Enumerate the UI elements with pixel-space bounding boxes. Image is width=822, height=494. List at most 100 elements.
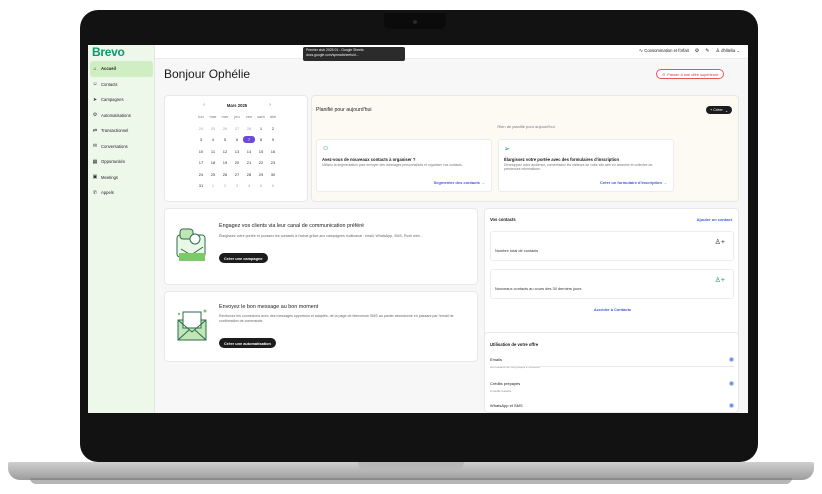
- chevron-left-icon[interactable]: ‹: [203, 102, 205, 108]
- calendar-weekday: mar: [209, 114, 217, 119]
- calendar-day[interactable]: 14: [243, 148, 255, 155]
- offer-row-whatsapp: WhatsApp et SMS: [490, 403, 734, 408]
- calendar-day[interactable]: 26: [219, 171, 231, 178]
- chevron-right-icon[interactable]: ›: [269, 102, 271, 108]
- calendar-day[interactable]: 23: [267, 159, 279, 166]
- sidebar-item-label: Appels: [101, 190, 114, 196]
- calendar-day[interactable]: 5: [255, 182, 267, 189]
- sidebar-item-campagnes[interactable]: ➤ Campagnes: [88, 92, 155, 108]
- add-user-icon: ♙+: [714, 277, 725, 284]
- calendar-day[interactable]: 4: [243, 182, 255, 189]
- calendar-day[interactable]: 25: [207, 171, 219, 178]
- calendar-day[interactable]: 19: [219, 159, 231, 166]
- upgrade-button[interactable]: ⊙ Passer à une offre supérieure: [656, 69, 725, 79]
- sidebar-item-conversations[interactable]: ✉ Conversations: [88, 139, 155, 155]
- calendar-day[interactable]: 8: [255, 136, 267, 143]
- calendar-month: Mars 2025: [226, 102, 248, 108]
- create-form-link[interactable]: Créer un formulaire d'inscription →: [600, 180, 667, 185]
- calendar-day[interactable]: 21: [243, 159, 255, 166]
- automation-icon: ⚙: [92, 112, 98, 119]
- calendar-day[interactable]: 6: [267, 182, 279, 189]
- calendar-day[interactable]: 13: [231, 148, 243, 155]
- laptop-mockup: Brevo ⌂ Accueil ☺ Contacts ➤ Campagnes ⚙ Automa…: [0, 0, 822, 494]
- user-menu[interactable]: ♙ dhlitelia ⌄: [715, 48, 740, 54]
- calendar-day[interactable]: 2: [219, 182, 231, 189]
- calendar-day[interactable]: 28: [243, 171, 255, 178]
- laptop-shadow: [30, 478, 792, 484]
- calendar-day[interactable]: 30: [267, 171, 279, 178]
- calendar-day[interactable]: 25: [207, 125, 219, 132]
- chat-illustration-icon: [176, 228, 206, 261]
- calendar-day[interactable]: 24: [195, 125, 207, 132]
- sidebar-item-label: Meetings: [101, 174, 118, 180]
- calendar-day[interactable]: 10: [195, 148, 207, 155]
- total-contacts-label: Nombre total de contacts: [495, 248, 539, 253]
- sidebar-item-label: Contacts: [101, 81, 118, 87]
- sidebar-item-meetings[interactable]: ▣ Meetings: [88, 170, 155, 186]
- signup-form-card: ➢ Élargissez votre portée avec des formu…: [498, 139, 674, 192]
- calendar-weekday: ven: [245, 114, 253, 119]
- calendar-day[interactable]: 26: [219, 125, 231, 132]
- calendar-day[interactable]: 28: [243, 125, 255, 132]
- send-icon: ➢: [504, 146, 510, 153]
- access-contacts-link[interactable]: Accéder à Contacts: [485, 307, 740, 312]
- calendar-day[interactable]: 20: [231, 159, 243, 166]
- info-icon[interactable]: [729, 357, 734, 362]
- usage-link[interactable]: ∿ Consommation et forfait: [639, 48, 689, 54]
- brevo-logo[interactable]: Brevo: [92, 45, 125, 59]
- calendar-day[interactable]: 1: [255, 125, 267, 132]
- create-campaign-button[interactable]: Créer une campagne: [219, 253, 268, 263]
- sidebar-item-opportunites[interactable]: ▦ Opportunités: [88, 154, 155, 170]
- calendar-day[interactable]: 17: [195, 159, 207, 166]
- create-button[interactable]: + Créer ⌄: [706, 106, 732, 114]
- settings-icon[interactable]: ⚙: [695, 48, 699, 54]
- calendar-day[interactable]: 24: [195, 171, 207, 178]
- calendar-day[interactable]: 31: [195, 182, 207, 189]
- calendar-day[interactable]: 4: [207, 136, 219, 143]
- offer-row-label: Emails: [490, 357, 503, 362]
- sidebar-item-automatisations[interactable]: ⚙ Automatisations: [88, 108, 155, 124]
- total-contacts-box: ♙+ Nombre total de contacts: [490, 231, 734, 261]
- calendar-day[interactable]: 5: [219, 136, 231, 143]
- sidebar-item-accueil[interactable]: ⌂ Accueil: [90, 61, 153, 77]
- offer-row-sub: 0 crédits restants: [490, 389, 512, 393]
- user-icon: ♙: [715, 48, 720, 54]
- calendar-day[interactable]: 27: [231, 171, 243, 178]
- signup-card-title: Élargissez votre portée avec des formula…: [504, 157, 620, 162]
- chevron-down-icon: ⌄: [724, 108, 728, 113]
- calendar-day[interactable]: 3: [195, 136, 207, 143]
- offer-row-label: Crédits prépayés: [490, 381, 521, 386]
- create-automation-button[interactable]: Créer une automatisation: [219, 338, 276, 348]
- calendar-day[interactable]: 1: [207, 182, 219, 189]
- calendar-header: ‹ Mars 2025 ›: [165, 102, 309, 108]
- calendar-day[interactable]: 22: [255, 159, 267, 166]
- home-icon: ⌂: [93, 65, 97, 72]
- planned-empty-text: Rien de planifié pour aujourd'hui: [497, 124, 555, 129]
- add-contact-link[interactable]: Ajouter un contact: [697, 217, 732, 222]
- calendar-day[interactable]: 3: [231, 182, 243, 189]
- calendar-day[interactable]: 11: [207, 148, 219, 155]
- upgrade-icon: ⊙: [662, 71, 666, 77]
- sidebar-item-contacts[interactable]: ☺ Contacts: [88, 77, 155, 93]
- sidebar-item-appels[interactable]: ✆ Appels: [88, 185, 155, 201]
- calendar-day[interactable]: 29: [255, 171, 267, 178]
- page-title: Bonjour Ophélie: [164, 67, 251, 81]
- calendar-day[interactable]: 16: [267, 148, 279, 155]
- info-icon[interactable]: [729, 403, 734, 408]
- calendar-day[interactable]: 7: [243, 136, 255, 143]
- calendar-day[interactable]: 18: [207, 159, 219, 166]
- sidebar-item-label: Automatisations: [101, 112, 131, 118]
- calendar-day[interactable]: 6: [231, 136, 243, 143]
- notification-icon[interactable]: ✎: [705, 48, 709, 54]
- signup-card-desc: Développez votre audience, convertissez …: [504, 163, 653, 172]
- calendar-day[interactable]: 12: [219, 148, 231, 155]
- calendar-day[interactable]: 9: [267, 136, 279, 143]
- segment-contacts-link[interactable]: Segmenter des contacts →: [434, 180, 485, 185]
- calendar-day[interactable]: 15: [255, 148, 267, 155]
- automation-promo-card: Envoyez le bon message au bon moment Ren…: [164, 291, 478, 362]
- info-icon[interactable]: [729, 381, 734, 386]
- usage-label: Consommation et forfait: [644, 48, 689, 53]
- calendar-day[interactable]: 27: [231, 125, 243, 132]
- sidebar-item-transactionnel[interactable]: ⇄ Transactionnel: [88, 123, 155, 139]
- calendar-day[interactable]: 2: [267, 125, 279, 132]
